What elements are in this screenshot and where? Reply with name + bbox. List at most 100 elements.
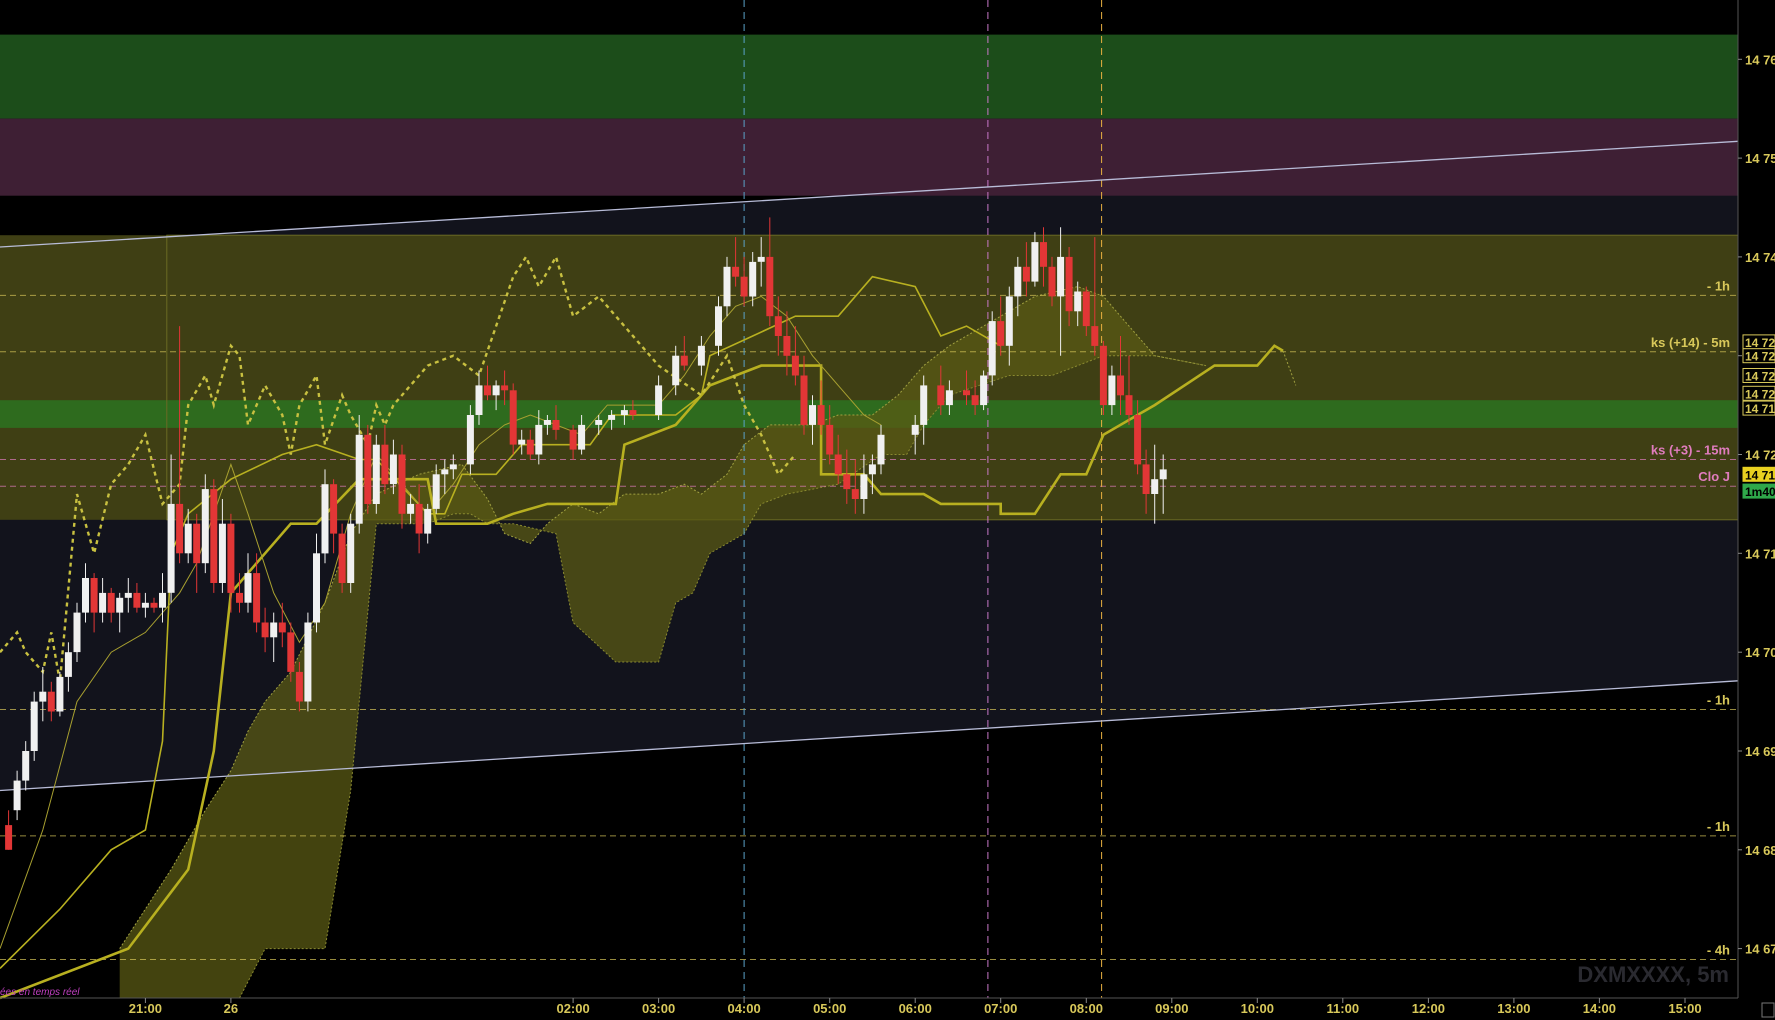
candle-body-82 bbox=[783, 336, 791, 356]
candle-body-61 bbox=[535, 424, 543, 455]
candle-body-69 bbox=[629, 410, 637, 415]
candle-body-81 bbox=[774, 316, 782, 336]
candle-body-118 bbox=[1134, 415, 1142, 465]
candle-body-103 bbox=[1005, 296, 1013, 346]
price-tick-label-2: 14 69 bbox=[1745, 744, 1775, 759]
zone-band-2 bbox=[0, 235, 1738, 520]
time-tick-label-7: 07:00 bbox=[984, 1001, 1017, 1016]
time-tick-label-1: 26 bbox=[224, 1001, 238, 1016]
candle-body-99 bbox=[971, 395, 979, 406]
level-label-3: Clo J bbox=[1698, 469, 1730, 484]
candle-body-33 bbox=[287, 632, 295, 672]
candle-body-91 bbox=[860, 474, 868, 499]
candle-body-59 bbox=[518, 439, 526, 445]
candle-body-35 bbox=[304, 622, 312, 702]
candle-body-38 bbox=[330, 484, 338, 534]
candle-body-80 bbox=[766, 256, 774, 317]
candle-body-28 bbox=[244, 573, 252, 603]
candle-body-66 bbox=[595, 420, 603, 425]
candle-body-100 bbox=[980, 375, 988, 406]
candle-body-63 bbox=[552, 420, 560, 430]
level-label-1: ks (+14) - 5m bbox=[1651, 335, 1730, 350]
candle-body-121 bbox=[1159, 469, 1167, 480]
level-label-4: - 1h bbox=[1707, 693, 1730, 708]
candle-body-24 bbox=[210, 489, 218, 583]
candle-body-113 bbox=[1091, 326, 1099, 346]
candle-body-17 bbox=[150, 602, 158, 608]
candle-body-19 bbox=[167, 503, 175, 593]
time-tick-label-9: 09:00 bbox=[1155, 1001, 1188, 1016]
candle-body-62 bbox=[543, 420, 551, 425]
level-label-0: - 1h bbox=[1707, 278, 1730, 293]
price-chart[interactable]: - 1h ks (+14) - 5m ks (+3) - 15m Clo J - 1h -… bbox=[0, 0, 1775, 1020]
candle-body-55 bbox=[484, 385, 491, 396]
candle-body-0 bbox=[5, 825, 13, 850]
candle-body-7 bbox=[64, 652, 72, 677]
zone-band-0 bbox=[0, 34, 1738, 119]
time-tick-label-6: 06:00 bbox=[899, 1001, 932, 1016]
candle-body-37 bbox=[321, 484, 329, 554]
candle-body-73 bbox=[697, 345, 705, 366]
candle-body-49 bbox=[424, 508, 432, 534]
candle-body-102 bbox=[997, 321, 1005, 346]
candle-body-96 bbox=[937, 385, 945, 406]
time-tick-label-13: 13:00 bbox=[1497, 1001, 1530, 1016]
price-tick-label-3: 14 70 bbox=[1745, 645, 1775, 660]
time-tick-label-15: 15:00 bbox=[1668, 1001, 1701, 1016]
candle-body-76 bbox=[732, 266, 740, 277]
candle-body-10 bbox=[90, 578, 98, 613]
candle-body-93 bbox=[877, 434, 885, 465]
candle-body-27 bbox=[236, 592, 243, 603]
level-label-6: - 4h bbox=[1707, 943, 1730, 958]
price-tick-label-8: 14 75 bbox=[1745, 151, 1775, 166]
candle-body-88 bbox=[834, 454, 842, 475]
candle-body-12 bbox=[107, 592, 115, 613]
candle-body-89 bbox=[843, 474, 851, 490]
candle-body-26 bbox=[227, 523, 235, 593]
candle-body-43 bbox=[372, 444, 380, 504]
candle-body-107 bbox=[1040, 242, 1047, 267]
candle-body-1 bbox=[13, 780, 21, 811]
candle-body-60 bbox=[526, 439, 534, 455]
time-tick-label-11: 11:00 bbox=[1327, 1001, 1360, 1016]
candle-body-92 bbox=[868, 464, 876, 475]
candle-body-2 bbox=[22, 751, 30, 781]
candle-body-117 bbox=[1125, 395, 1133, 415]
price-tag-text-0: 14 72 bbox=[1745, 336, 1775, 350]
time-tick-label-0: 21:00 bbox=[129, 1001, 162, 1016]
candle-body-29 bbox=[253, 573, 261, 623]
candle-body-79 bbox=[757, 256, 765, 262]
candle-body-47 bbox=[407, 503, 415, 514]
candle-body-104 bbox=[1014, 266, 1022, 297]
candle-body-58 bbox=[509, 390, 517, 445]
time-tick-label-2: 02:00 bbox=[556, 1001, 589, 1016]
candle-body-78 bbox=[749, 261, 757, 297]
candle-body-4 bbox=[39, 691, 47, 702]
candle-body-3 bbox=[30, 701, 38, 751]
candle-body-105 bbox=[1022, 266, 1030, 282]
candle-body-9 bbox=[82, 578, 89, 613]
candle-body-42 bbox=[364, 434, 372, 504]
candle-body-21 bbox=[184, 523, 192, 554]
time-tick-label-10: 10:00 bbox=[1241, 1001, 1274, 1016]
candle-body-51 bbox=[441, 469, 449, 475]
time-tick-label-8: 08:00 bbox=[1070, 1001, 1103, 1016]
candle-body-5 bbox=[47, 691, 55, 712]
candle-body-83 bbox=[791, 355, 799, 376]
chart-stage[interactable]: - 1h ks (+14) - 5m ks (+3) - 15m Clo J - 1h -… bbox=[0, 0, 1775, 1020]
candle-body-120 bbox=[1151, 479, 1159, 494]
candle-body-18 bbox=[159, 592, 166, 608]
candle-body-65 bbox=[578, 424, 586, 450]
candle-body-71 bbox=[672, 355, 680, 386]
candle-body-111 bbox=[1074, 291, 1082, 312]
time-tick-label-4: 04:00 bbox=[727, 1001, 760, 1016]
candle-body-45 bbox=[389, 454, 397, 485]
price-tick-label-1: 14 68 bbox=[1745, 843, 1775, 858]
candle-body-20 bbox=[176, 503, 184, 554]
candle-body-57 bbox=[501, 385, 509, 391]
candle-body-116 bbox=[1117, 375, 1124, 396]
candle-body-8 bbox=[73, 612, 81, 653]
time-tick-label-5: 05:00 bbox=[813, 1001, 846, 1016]
candle-body-36 bbox=[313, 553, 320, 623]
candle-body-86 bbox=[817, 405, 825, 425]
